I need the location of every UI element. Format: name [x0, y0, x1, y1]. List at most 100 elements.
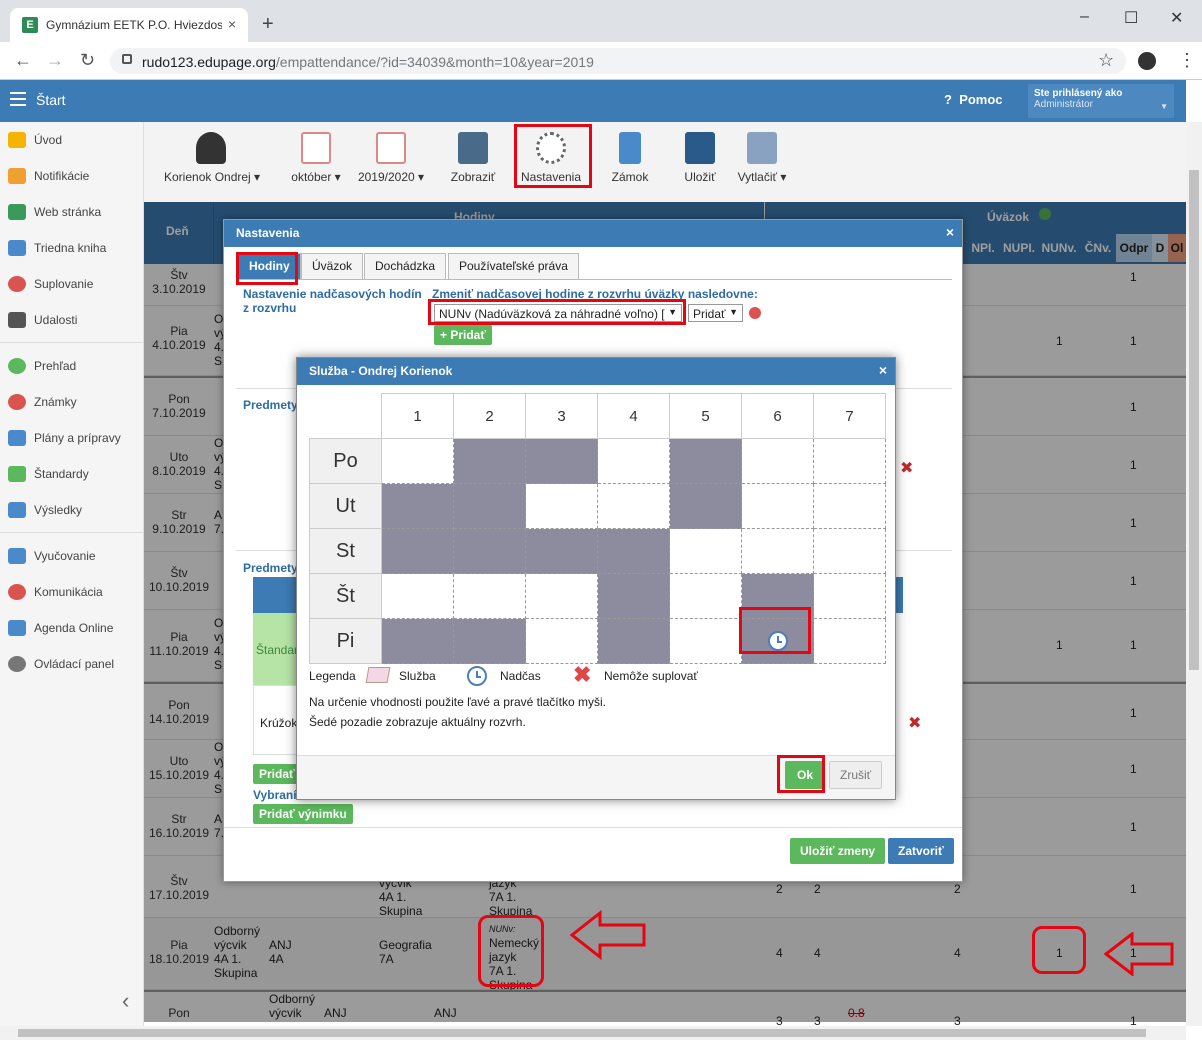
schedule-cell[interactable] — [741, 438, 814, 484]
sidebar-item-vysledky[interactable]: Výsledky — [8, 502, 82, 522]
tab-pouzivatelske-prava[interactable]: Používateľské práva — [448, 253, 579, 279]
cancel-button[interactable]: Zrušiť — [829, 761, 883, 789]
browser-menu-icon[interactable]: ⋮ — [1178, 50, 1196, 71]
schedule-cell[interactable] — [525, 483, 598, 529]
schedule-cell[interactable] — [669, 438, 742, 484]
sidebar-item-agenda[interactable]: Agenda Online — [8, 620, 113, 640]
back-button[interactable]: ← — [14, 50, 32, 71]
sidebar-item-komunikacia[interactable]: Komunikácia — [8, 584, 103, 604]
save-changes-button[interactable]: Uložiť zmeny — [790, 838, 886, 864]
schedule-cell[interactable] — [597, 528, 670, 574]
schedule-cell[interactable] — [597, 483, 670, 529]
schedule-cell[interactable] — [525, 528, 598, 574]
start-link[interactable]: Štart — [36, 92, 66, 108]
schedule-cell[interactable] — [669, 573, 742, 619]
sidebar-item-notifikacie[interactable]: Notifikácie — [8, 168, 89, 188]
sidebar-item-plany[interactable]: Plány a prípravy — [8, 430, 121, 450]
close-window-button[interactable]: ✕ — [1170, 8, 1183, 28]
add-button[interactable]: + Pridať — [434, 325, 493, 345]
maximize-button[interactable]: ☐ — [1124, 8, 1138, 28]
schedule-cell[interactable] — [669, 528, 742, 574]
scroll-thumb[interactable] — [1189, 170, 1199, 670]
sidebar-item-udalosti[interactable]: Udalosti — [8, 312, 77, 332]
help-link[interactable]: ? Pomoc — [944, 92, 1003, 107]
period-header: 6 — [741, 393, 814, 439]
sidebar-item-ovladaci-panel[interactable]: Ovládací panel — [8, 656, 114, 676]
schedule-cell[interactable] — [453, 438, 526, 484]
sidebar-item-standardy[interactable]: Štandardy — [8, 466, 89, 486]
schedule-cell[interactable] — [381, 483, 454, 529]
forward-button[interactable]: → — [46, 50, 64, 71]
scroll-thumb[interactable] — [18, 1029, 1146, 1037]
schedule-cell[interactable] — [813, 528, 886, 574]
sidebar-collapse-icon[interactable]: ‹ — [122, 988, 129, 1014]
schedule-cell[interactable] — [381, 618, 454, 664]
schedule-cell[interactable] — [597, 618, 670, 664]
save-button[interactable]: Uložiť — [682, 130, 718, 184]
extension-icon[interactable] — [1138, 52, 1156, 70]
sidebar-item-znamky[interactable]: Známky — [8, 394, 77, 414]
annotation-arrow-icon — [1104, 932, 1174, 976]
schedule-cell[interactable] — [597, 438, 670, 484]
schedule-cell[interactable] — [381, 438, 454, 484]
print-button[interactable]: Vytlačiť ▾ — [734, 130, 790, 184]
schedule-cell[interactable] — [453, 528, 526, 574]
schedule-cell[interactable] — [453, 573, 526, 619]
schedule-cell[interactable] — [525, 618, 598, 664]
schedule-cell[interactable] — [669, 618, 742, 664]
legend-service: Služba — [399, 669, 436, 683]
schedule-cell[interactable] — [453, 618, 526, 664]
sidebar-item-uvod[interactable]: Úvod — [8, 132, 62, 152]
close-icon[interactable]: × — [946, 224, 954, 240]
day-label: Pi — [309, 618, 382, 664]
schedule-cell[interactable] — [813, 618, 886, 664]
vertical-scrollbar[interactable] — [1186, 122, 1202, 1026]
view-button[interactable]: Zobraziť — [450, 130, 496, 184]
sidebar-label: Notifikácie — [34, 169, 90, 183]
schedule-cell[interactable] — [741, 483, 814, 529]
person-icon — [8, 276, 26, 292]
schedule-cell[interactable] — [597, 573, 670, 619]
lock-button[interactable]: Zámok — [610, 130, 650, 184]
user-dropdown[interactable]: Ste prihlásený ako Administrátor ▼ — [1028, 84, 1174, 118]
remove-icon[interactable] — [749, 307, 761, 319]
overtime-label: Nastavenie nadčasových hodín z rozvrhu — [243, 287, 422, 315]
schedule-cell[interactable] — [741, 528, 814, 574]
reload-button[interactable]: ↻ — [80, 50, 95, 71]
add-type-select[interactable]: Pridať ▼ — [688, 304, 743, 322]
sidebar-item-vyucovanie[interactable]: Vyučovanie — [8, 548, 96, 568]
sidebar-divider — [0, 342, 144, 343]
horizontal-scrollbar[interactable] — [0, 1026, 1186, 1040]
sidebar-item-web[interactable]: Web stránka — [8, 204, 101, 224]
schedule-cell[interactable] — [813, 573, 886, 619]
year-button[interactable]: 2019/2020 ▾ — [356, 130, 426, 184]
schedule-cell[interactable] — [381, 573, 454, 619]
tab-uvazok[interactable]: Úväzok — [301, 253, 364, 279]
bookmark-star-icon[interactable]: ☆ — [1098, 50, 1114, 71]
tab-close-icon[interactable]: × — [228, 16, 236, 32]
sidebar-item-suplovanie[interactable]: Suplovanie — [8, 276, 93, 296]
sidebar-item-prehlad[interactable]: Prehľad — [8, 358, 76, 378]
schedule-cell[interactable] — [525, 573, 598, 619]
close-button[interactable]: Zatvoriť — [888, 838, 954, 864]
chat-icon — [8, 584, 26, 600]
pridat-button[interactable]: Pridať — [253, 764, 301, 784]
teacher-button[interactable]: Korienok Ondrej ▾ — [164, 130, 260, 184]
url-field[interactable]: rudo123.edupage.org/empattendance/?id=34… — [110, 48, 1126, 74]
schedule-cell[interactable] — [525, 438, 598, 484]
close-icon[interactable]: × — [879, 362, 887, 378]
schedule-cell[interactable] — [813, 438, 886, 484]
add-exception-button[interactable]: Pridať výnimku — [253, 804, 353, 824]
minimize-button[interactable]: – — [1080, 8, 1089, 26]
hamburger-menu-icon[interactable] — [10, 92, 26, 106]
gear-icon — [8, 656, 26, 672]
tab-dochadzka[interactable]: Dochádzka — [364, 253, 447, 279]
schedule-cell[interactable] — [813, 483, 886, 529]
sidebar-item-triedna-kniha[interactable]: Triedna kniha — [8, 240, 106, 260]
schedule-cell[interactable] — [453, 483, 526, 529]
schedule-cell[interactable] — [381, 528, 454, 574]
browser-tab[interactable]: E Gymnázium EETK P.O. Hviezdosl × — [10, 8, 248, 42]
month-button[interactable]: október ▾ — [288, 130, 344, 184]
new-tab-button[interactable]: + — [262, 13, 274, 36]
schedule-cell[interactable] — [669, 483, 742, 529]
